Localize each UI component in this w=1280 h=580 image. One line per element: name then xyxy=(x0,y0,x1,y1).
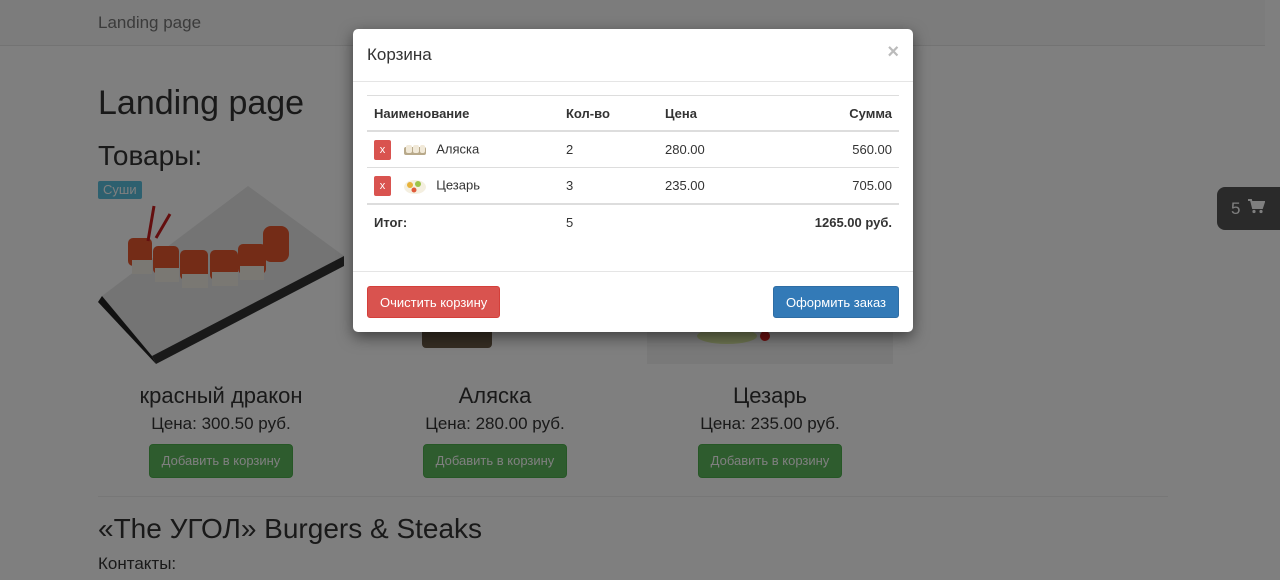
column-name: Наименование xyxy=(367,95,559,132)
cell-price: 280.00 xyxy=(658,130,782,168)
cart-modal: Корзина × Наименование Кол-во Цена Сумма… xyxy=(353,29,913,332)
cell-name: x Аляска xyxy=(367,130,559,168)
cell-price: 235.00 xyxy=(658,167,782,204)
cell-name: x Цезарь xyxy=(367,167,559,204)
remove-item-button[interactable]: x xyxy=(374,175,391,196)
clear-cart-button[interactable]: Очистить корзину xyxy=(367,286,501,318)
column-sum: Сумма xyxy=(782,95,899,132)
item-thumbnail xyxy=(403,177,427,195)
cart-table: Наименование Кол-во Цена Сумма x Аляска … xyxy=(367,95,899,240)
total-row: Итог: 5 1265.00 руб. xyxy=(367,203,899,240)
column-price: Цена xyxy=(658,95,782,132)
total-sum: 1265.00 руб. xyxy=(782,203,899,240)
remove-item-button[interactable]: x xyxy=(374,139,391,160)
modal-header: Корзина × xyxy=(353,29,913,82)
column-qty: Кол-во xyxy=(559,95,658,132)
total-label: Итог: xyxy=(367,203,559,240)
place-order-button[interactable]: Оформить заказ xyxy=(772,286,899,318)
cell-sum: 705.00 xyxy=(782,167,899,204)
cell-sum: 560.00 xyxy=(782,130,899,168)
modal-footer: Очистить корзину Оформить заказ xyxy=(353,271,913,333)
cell-qty: 3 xyxy=(559,167,658,204)
total-qty: 5 xyxy=(559,203,658,240)
table-row: x Цезарь 3 235.00 705.00 xyxy=(367,167,899,204)
close-icon[interactable]: × xyxy=(887,41,899,64)
cell-qty: 2 xyxy=(559,130,658,168)
item-thumbnail xyxy=(403,141,427,159)
item-name: Аляска xyxy=(436,140,480,156)
total-empty xyxy=(658,203,782,240)
modal-title: Корзина xyxy=(367,45,432,64)
item-name: Цезарь xyxy=(436,176,481,192)
table-header-row: Наименование Кол-во Цена Сумма xyxy=(367,95,899,132)
table-row: x Аляска 2 280.00 560.00 xyxy=(367,130,899,168)
